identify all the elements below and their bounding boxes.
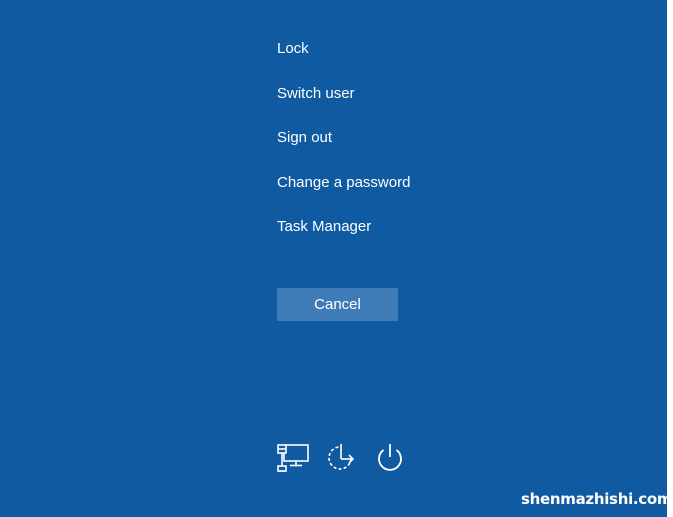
network-icon[interactable] bbox=[276, 440, 312, 476]
task-manager-option[interactable]: Task Manager bbox=[277, 216, 537, 261]
sign-out-option[interactable]: Sign out bbox=[277, 127, 537, 172]
ease-of-access-icon[interactable] bbox=[323, 440, 359, 476]
right-edge-strip bbox=[667, 0, 673, 517]
lock-option[interactable]: Lock bbox=[277, 38, 537, 83]
switch-user-option[interactable]: Switch user bbox=[277, 83, 537, 128]
watermark-text: shenmazhishi.com bbox=[521, 490, 673, 508]
bottom-icon-bar bbox=[276, 440, 416, 476]
security-options-screen: Lock Switch user Sign out Change a passw… bbox=[0, 0, 673, 517]
power-icon[interactable] bbox=[372, 440, 408, 476]
change-password-option[interactable]: Change a password bbox=[277, 172, 537, 217]
security-options-menu: Lock Switch user Sign out Change a passw… bbox=[277, 38, 537, 261]
cancel-button[interactable]: Cancel bbox=[277, 288, 398, 321]
